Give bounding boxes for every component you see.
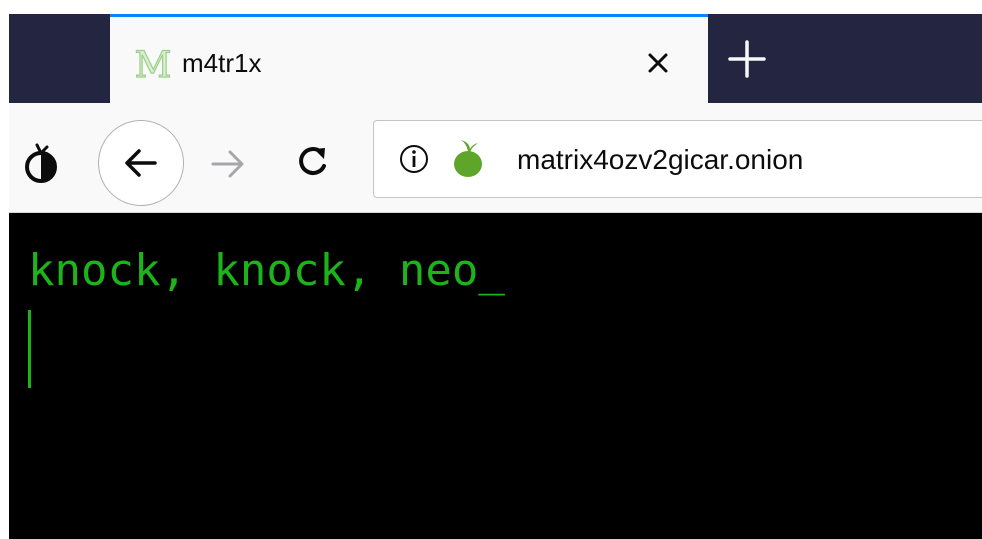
navigation-toolbar: matrix4ozv2gicar.onion: [9, 103, 982, 213]
onion-icon[interactable]: [448, 137, 488, 179]
tab-strip: M m4tr1x: [9, 14, 982, 103]
tab-m4tr1x[interactable]: M m4tr1x: [110, 14, 708, 103]
terminal-line: knock, knock, neo_: [28, 245, 505, 296]
reload-icon[interactable]: [290, 139, 336, 185]
plus-icon[interactable]: [724, 36, 770, 82]
text-cursor: [28, 310, 31, 388]
close-icon[interactable]: [640, 45, 676, 81]
tab-title: m4tr1x: [182, 48, 262, 78]
back-arrow-icon: [125, 149, 157, 177]
page-content: knock, knock, neo_: [9, 213, 982, 539]
url-text: matrix4ozv2gicar.onion: [517, 144, 804, 175]
svg-text:M: M: [135, 45, 172, 83]
tor-onion-icon[interactable]: [19, 141, 63, 185]
browser-window: M m4tr1x matrix4ozv2gicar.onion knock, k…: [9, 14, 982, 539]
forward-arrow-icon[interactable]: [205, 141, 251, 187]
address-bar[interactable]: matrix4ozv2gicar.onion: [373, 120, 982, 198]
info-icon[interactable]: [398, 143, 430, 175]
matrix-m-icon: M: [134, 44, 172, 83]
back-button[interactable]: [98, 120, 184, 206]
